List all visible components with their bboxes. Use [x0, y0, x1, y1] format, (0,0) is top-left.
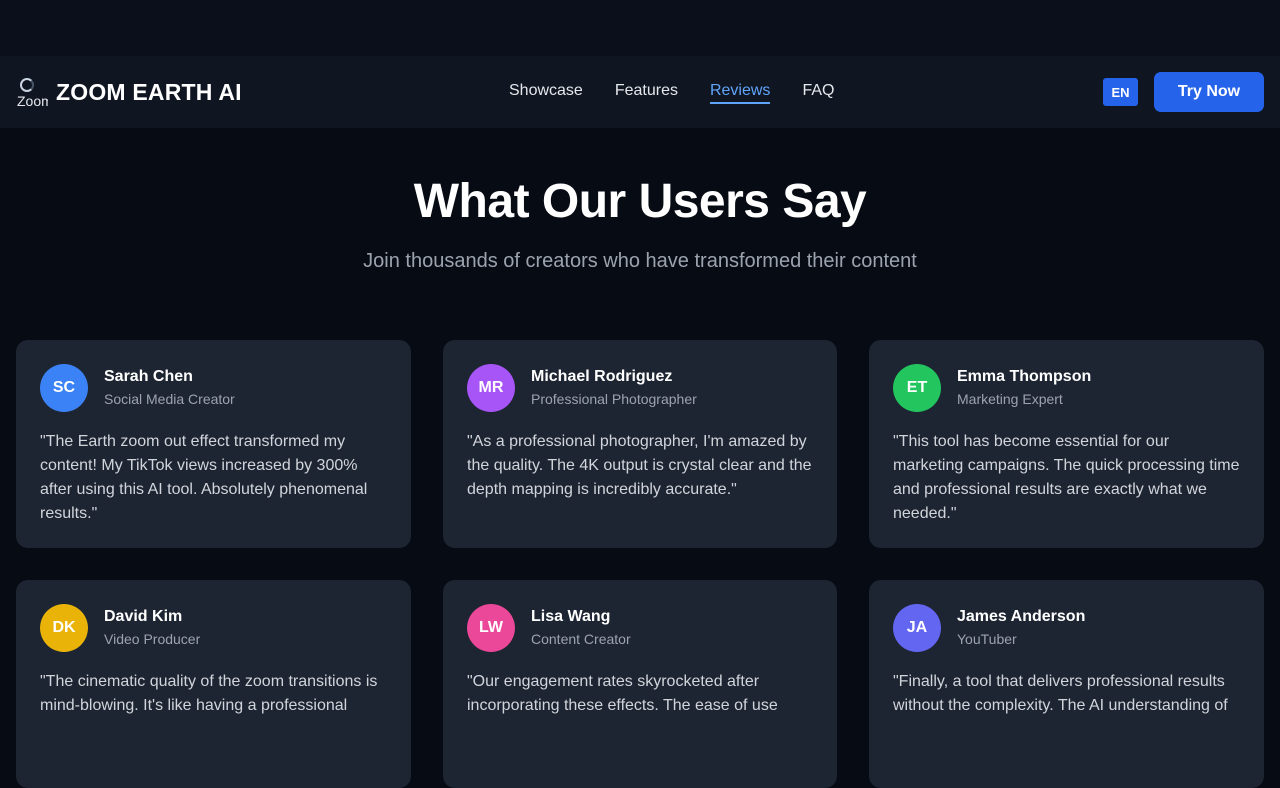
- review-quote: "The cinematic quality of the zoom trans…: [40, 673, 378, 714]
- review-header: LW Lisa Wang Content Creator: [467, 604, 813, 652]
- review-card: LW Lisa Wang Content Creator "Our engage…: [443, 580, 837, 788]
- review-quote: "The Earth zoom out effect transformed m…: [40, 433, 368, 522]
- reviewer-role: Marketing Expert: [957, 391, 1063, 407]
- avatar: SC: [40, 364, 88, 412]
- review-quote: "Finally, a tool that delivers professio…: [893, 673, 1228, 714]
- avatar: MR: [467, 364, 515, 412]
- section-title: What Our Users Say: [413, 175, 867, 228]
- review-card: SC Sarah Chen Social Media Creator "The …: [16, 340, 411, 548]
- reviewer-name: Emma Thompson: [957, 368, 1092, 385]
- review-header: ET Emma Thompson Marketing Expert: [893, 364, 1240, 412]
- avatar: ET: [893, 364, 941, 412]
- review-quote: "As a professional photographer, I'm ama…: [467, 433, 812, 498]
- review-header: SC Sarah Chen Social Media Creator: [40, 364, 387, 412]
- brand-name: ZOOM EARTH AI: [56, 78, 242, 105]
- navbar: Zoom Earth AI ZOOM EARTH AI Showcase Fea…: [0, 56, 1280, 128]
- reviews-grid: SC Sarah Chen Social Media Creator "The …: [16, 340, 1264, 788]
- nav-faq[interactable]: FAQ: [802, 82, 834, 102]
- top-strip: [0, 0, 1280, 56]
- reviewer-name: David Kim: [104, 608, 183, 625]
- reviewer-name: Lisa Wang: [531, 608, 611, 625]
- reviewer-info: Emma Thompson Marketing Expert: [957, 366, 1091, 410]
- review-card: JA James Anderson YouTuber "Finally, a t…: [869, 580, 1264, 788]
- avatar: JA: [893, 604, 941, 652]
- reviewer-info: David Kim Video Producer: [104, 606, 200, 650]
- review-card: MR Michael Rodriguez Professional Photog…: [443, 340, 837, 548]
- review-card: DK David Kim Video Producer "The cinemat…: [16, 580, 411, 788]
- nav-showcase[interactable]: Showcase: [509, 82, 583, 102]
- reviewer-name: Sarah Chen: [104, 368, 193, 385]
- avatar: DK: [40, 604, 88, 652]
- reviewer-info: James Anderson YouTuber: [957, 606, 1085, 650]
- reviewer-role: Social Media Creator: [104, 391, 235, 407]
- reviewer-role: YouTuber: [957, 631, 1017, 647]
- reviewer-name: James Anderson: [957, 608, 1086, 625]
- reviewer-info: Sarah Chen Social Media Creator: [104, 366, 235, 410]
- nav-links: Showcase Features Reviews FAQ: [509, 56, 866, 128]
- review-quote: "This tool has become essential for our …: [893, 433, 1240, 522]
- language-button[interactable]: EN: [1103, 78, 1138, 106]
- nav-features[interactable]: Features: [615, 82, 678, 102]
- try-now-button[interactable]: Try Now: [1154, 72, 1264, 112]
- logo-image: Zoom Earth AI: [16, 76, 48, 108]
- review-header: DK David Kim Video Producer: [40, 604, 387, 652]
- nav-reviews[interactable]: Reviews: [709, 82, 771, 104]
- reviewer-name: Michael Rodriguez: [531, 368, 673, 385]
- reviewer-info: Michael Rodriguez Professional Photograp…: [531, 366, 697, 410]
- review-card: ET Emma Thompson Marketing Expert "This …: [869, 340, 1264, 548]
- reviewer-role: Content Creator: [531, 631, 631, 647]
- globe-icon: [20, 78, 34, 92]
- review-quote: "Our engagement rates skyrocketed after …: [467, 673, 778, 714]
- avatar: LW: [467, 604, 515, 652]
- reviewer-info: Lisa Wang Content Creator: [531, 606, 631, 650]
- section-subtitle: Join thousands of creators who have tran…: [363, 250, 917, 272]
- reviewer-role: Video Producer: [104, 631, 201, 647]
- logo-alt-text: Zoom Earth AI: [17, 93, 48, 108]
- review-header: JA James Anderson YouTuber: [893, 604, 1240, 652]
- review-header: MR Michael Rodriguez Professional Photog…: [467, 364, 813, 412]
- reviewer-role: Professional Photographer: [531, 391, 697, 407]
- logo-link[interactable]: Zoom Earth AI ZOOM EARTH AI: [16, 76, 242, 108]
